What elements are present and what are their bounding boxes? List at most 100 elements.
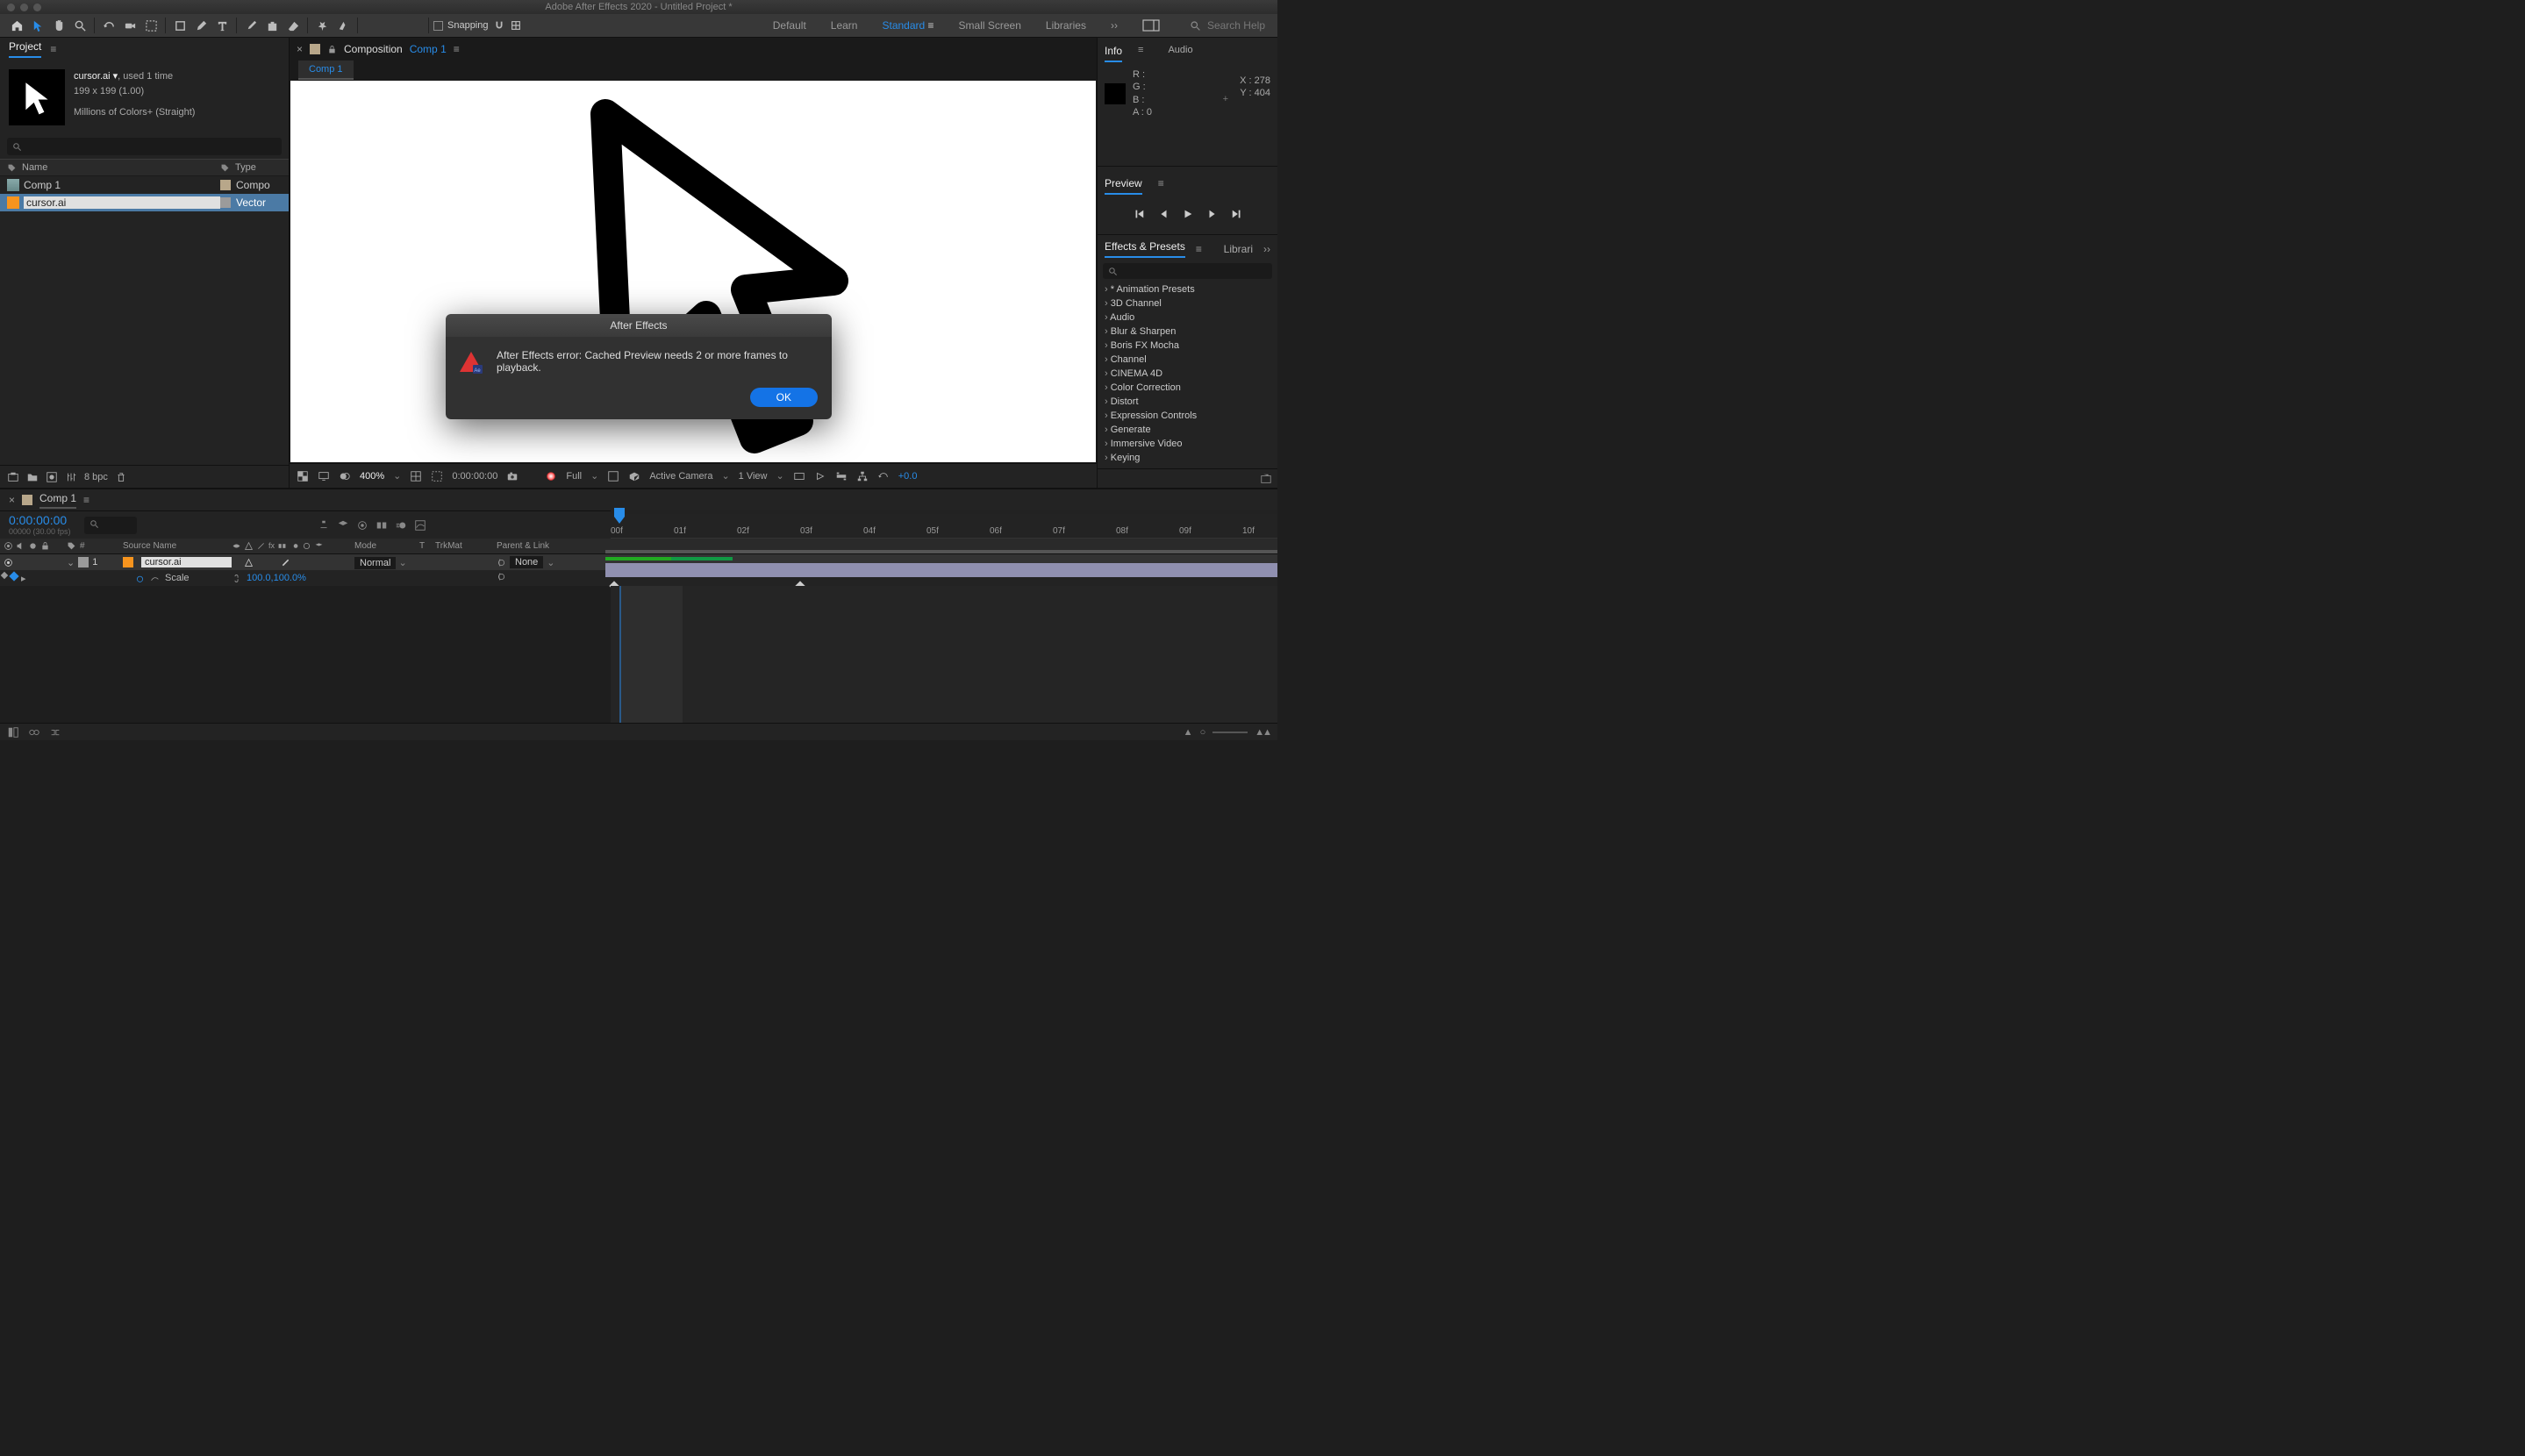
quality-switch-icon[interactable]: [281, 558, 290, 567]
effect-category[interactable]: Generate: [1098, 423, 1277, 437]
more-workspaces-icon[interactable]: ››: [1111, 19, 1118, 32]
audio-toggle-icon[interactable]: [16, 541, 25, 551]
panel-menu-icon[interactable]: ≡: [1158, 177, 1164, 195]
timeline-ruler[interactable]: 00f01f02f03f04f05f06f07f08f09f10f: [611, 511, 1277, 539]
playhead-icon[interactable]: [612, 508, 626, 524]
minimize-window-icon[interactable]: [20, 4, 28, 11]
3d-switch-icon[interactable]: [314, 541, 324, 551]
roi-tool[interactable]: [141, 16, 161, 35]
toggle-inout-icon[interactable]: [49, 726, 61, 739]
camera-tool[interactable]: [120, 16, 139, 35]
zoom-window-icon[interactable]: [33, 4, 41, 11]
toggle-modes-icon[interactable]: [28, 726, 40, 739]
text-tool[interactable]: [212, 16, 232, 35]
clone-tool[interactable]: [262, 16, 282, 35]
composition-subtab[interactable]: Comp 1: [298, 61, 354, 80]
panel-menu-icon[interactable]: ≡: [1196, 243, 1202, 255]
pixel-aspect-icon[interactable]: [793, 470, 805, 482]
workspace-standard[interactable]: Standard ≡: [882, 19, 933, 32]
project-item-comp[interactable]: Comp 1 Compo: [0, 176, 289, 194]
col-name-header[interactable]: Name: [22, 162, 47, 173]
stopwatch-icon[interactable]: [135, 574, 145, 583]
layer-number-header[interactable]: #: [80, 541, 85, 551]
trkmat-t-header[interactable]: T: [419, 541, 435, 551]
label-swatch[interactable]: [220, 197, 231, 208]
pickwhip-icon[interactable]: [497, 558, 506, 567]
workspace-libraries[interactable]: Libraries: [1046, 19, 1086, 32]
current-time-display[interactable]: 0:00:00:00: [452, 471, 497, 482]
new-bin-icon[interactable]: [1260, 473, 1272, 485]
panel-menu-icon[interactable]: ≡: [454, 43, 460, 55]
chevron-down-icon[interactable]: ⌄: [393, 470, 401, 482]
effects-search-input[interactable]: [1103, 263, 1272, 279]
effect-category[interactable]: Keying: [1098, 451, 1277, 465]
effect-category[interactable]: Color Correction: [1098, 381, 1277, 395]
preview-tab[interactable]: Preview: [1105, 177, 1142, 195]
frame-blend-icon[interactable]: [376, 519, 388, 532]
solo-icon[interactable]: [28, 541, 38, 551]
prev-frame-icon[interactable]: [1157, 208, 1170, 220]
composition-name[interactable]: Comp 1: [410, 43, 447, 55]
mask-icon[interactable]: [339, 470, 351, 482]
project-search-input[interactable]: [7, 138, 282, 155]
project-empty-area[interactable]: [0, 211, 289, 465]
label-icon[interactable]: [220, 163, 230, 173]
resolution-dropdown[interactable]: Full: [566, 471, 582, 482]
orbit-tool[interactable]: [99, 16, 118, 35]
snap-target-icon[interactable]: [510, 19, 522, 32]
property-name[interactable]: Scale: [165, 573, 190, 583]
effect-category[interactable]: Expression Controls: [1098, 409, 1277, 423]
effect-category[interactable]: 3D Channel: [1098, 296, 1277, 310]
asset-name[interactable]: cursor.ai ▾: [74, 71, 118, 82]
snapping-toggle[interactable]: Snapping: [433, 19, 522, 32]
bit-depth[interactable]: 8 bpc: [84, 472, 108, 482]
zoom-in-icon[interactable]: ▲▲: [1255, 727, 1270, 738]
new-comp-icon[interactable]: [46, 471, 58, 483]
collapse-switch-icon[interactable]: [244, 558, 254, 567]
project-item-cursor[interactable]: cursor.ai Vector: [0, 194, 289, 211]
chevron-down-icon[interactable]: ⌄: [590, 470, 598, 482]
effects-tab[interactable]: Effects & Presets: [1105, 240, 1185, 258]
roi-icon[interactable]: [431, 470, 443, 482]
property-value[interactable]: 100.0,100.0%: [247, 573, 306, 583]
source-name-header[interactable]: Source Name: [118, 541, 232, 551]
color-wheel-icon[interactable]: [545, 470, 557, 482]
close-tab-icon[interactable]: ×: [297, 43, 303, 55]
timeline-tab-name[interactable]: Comp 1: [39, 492, 76, 509]
chevron-down-icon[interactable]: ⌄: [399, 558, 407, 568]
interpret-icon[interactable]: [7, 471, 19, 483]
add-keyframe-icon[interactable]: [9, 571, 18, 581]
parent-link-header[interactable]: Parent & Link: [491, 541, 605, 551]
reset-exposure-icon[interactable]: [877, 470, 890, 482]
zoom-tool[interactable]: [70, 16, 89, 35]
graph-editor-icon[interactable]: [414, 519, 426, 532]
puppet-tool[interactable]: [312, 16, 332, 35]
timeline-empty-area[interactable]: [0, 586, 1277, 723]
panel-menu-icon[interactable]: ≡: [83, 494, 89, 506]
chevron-down-icon[interactable]: ⌄: [547, 557, 554, 568]
flowchart-icon[interactable]: [856, 470, 869, 482]
effect-category[interactable]: Boris FX Mocha: [1098, 339, 1277, 353]
more-tabs-icon[interactable]: ››: [1263, 243, 1270, 255]
col-type-header[interactable]: Type: [235, 162, 256, 173]
roto-tool[interactable]: [333, 16, 353, 35]
fx-switch-icon[interactable]: fx: [268, 541, 275, 551]
workspace-small-screen[interactable]: Small Screen: [959, 19, 1021, 32]
comp-mini-flowchart-icon[interactable]: [318, 519, 330, 532]
adjustment-switch-icon[interactable]: [302, 541, 311, 551]
layer-label-swatch[interactable]: [78, 557, 89, 567]
exposure-value[interactable]: +0.0: [898, 471, 918, 482]
resolution-grid-icon[interactable]: [410, 470, 422, 482]
motion-blur-icon[interactable]: [395, 519, 407, 532]
mode-header[interactable]: Mode: [349, 541, 419, 551]
monitor-icon[interactable]: [318, 470, 330, 482]
info-tab[interactable]: Info: [1105, 45, 1122, 62]
panel-menu-icon[interactable]: ≡: [50, 43, 56, 55]
quality-switch-icon[interactable]: [256, 541, 266, 551]
chevron-down-icon[interactable]: ⌄: [721, 470, 729, 482]
pen-tool[interactable]: [191, 16, 211, 35]
lock-column-icon[interactable]: [40, 541, 50, 551]
blend-mode-dropdown[interactable]: Normal: [354, 557, 396, 569]
workspace-layout-icon[interactable]: [1142, 19, 1160, 32]
effect-category[interactable]: Blur & Sharpen: [1098, 325, 1277, 339]
